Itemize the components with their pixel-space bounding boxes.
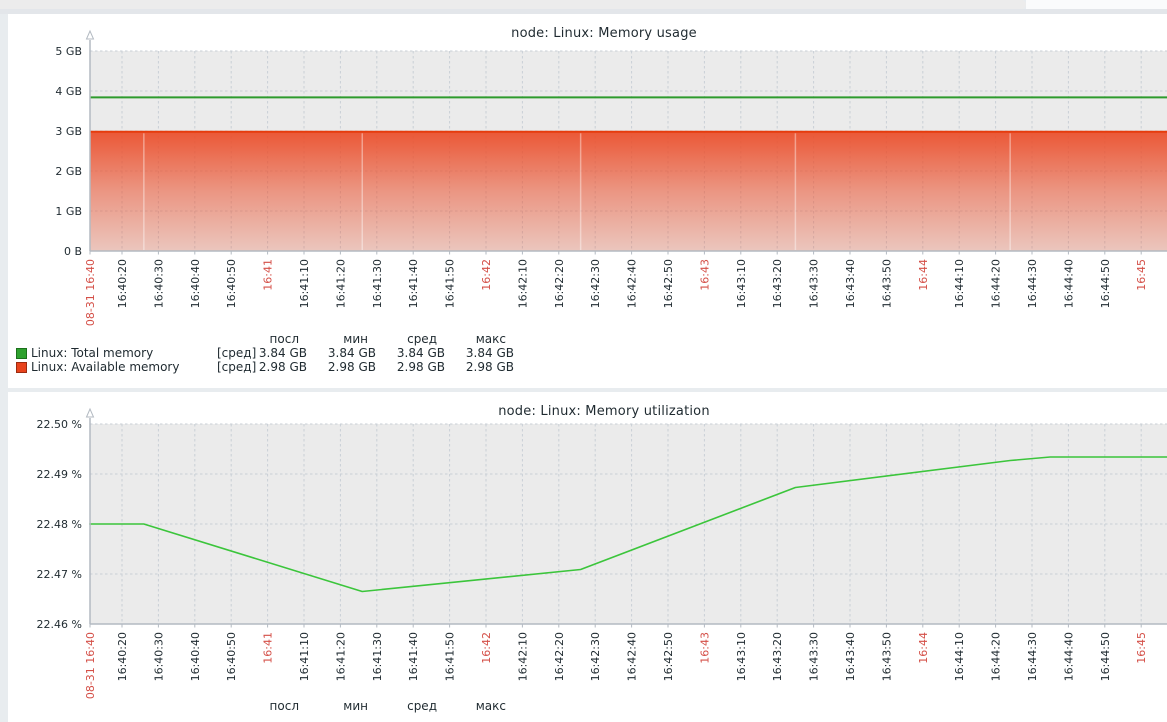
x-tick-label: 16:42:50	[662, 632, 675, 681]
x-tick-label: 16:43:30	[808, 632, 821, 681]
x-tick-label: 16:42:20	[553, 259, 566, 308]
x-tick-label: 08-31 16:40	[84, 259, 97, 326]
horizontal-scrollbar[interactable]	[0, 0, 1026, 9]
x-tick-label: 16:43:40	[844, 632, 857, 681]
x-tick-label: 16:40:20	[116, 632, 129, 681]
x-tick-label: 16:44	[917, 259, 930, 291]
top-bar-right	[1026, 0, 1167, 9]
x-tick-label: 16:43:10	[735, 632, 748, 681]
x-tick-label: 16:44:20	[990, 259, 1003, 308]
memory-usage-title: node: Linux: Memory usage	[8, 26, 1167, 41]
x-tick-label: 16:41:20	[334, 259, 347, 308]
x-tick-label: 16:41:20	[334, 632, 347, 681]
x-tick-label: 16:41:30	[371, 632, 384, 681]
x-tick-label: 16:41	[262, 259, 275, 291]
memory-usage-graph[interactable]: 5 GB 4 GB 3 GB 2 GB 1 GB 0 B08-31 16:40 16:40:…	[8, 14, 1167, 388]
memory-usage-widget: 5 GB 4 GB 3 GB 2 GB 1 GB 0 B08-31 16:40 16:40:…	[8, 14, 1167, 388]
x-tick-label: 16:45	[1135, 259, 1148, 291]
y-tick-label: 5 GB	[55, 45, 82, 58]
x-tick-label: 16:44:50	[1099, 259, 1112, 308]
y-tick-label: 22.50 %	[37, 418, 82, 431]
x-tick-label: 16:42:10	[516, 632, 529, 681]
y-tick-label: 22.47 %	[37, 568, 82, 581]
x-tick-label: 16:44	[917, 632, 930, 664]
x-tick-label: 16:40:50	[225, 632, 238, 681]
y-tick-label: 22.48 %	[37, 518, 82, 531]
y-tick-label: 0 B	[64, 245, 82, 258]
x-tick-label: 16:41:40	[407, 259, 420, 308]
x-tick-label: 16:44:10	[953, 259, 966, 308]
x-tick-label: 16:42:30	[589, 259, 602, 308]
y-tick-label: 22.49 %	[37, 468, 82, 481]
x-tick-label: 16:42:10	[516, 259, 529, 308]
y-tick-label: 4 GB	[55, 85, 82, 98]
x-tick-label: 16:41:30	[371, 259, 384, 308]
x-tick-label: 16:44:30	[1026, 259, 1039, 308]
x-tick-label: 16:44:10	[953, 632, 966, 681]
y-tick-label: 22.46 %	[37, 618, 82, 631]
x-tick-label: 16:42:40	[626, 259, 639, 308]
y-tick-label: 2 GB	[55, 165, 82, 178]
x-tick-label: 16:41:50	[444, 259, 457, 308]
x-tick-label: 16:41:10	[298, 632, 311, 681]
x-tick-label: 16:44:50	[1099, 632, 1112, 681]
x-tick-label: 16:40:50	[225, 259, 238, 308]
x-tick-label: 08-31 16:40	[84, 632, 97, 699]
x-tick-label: 16:40:20	[116, 259, 129, 308]
x-tick-label: 16:45	[1135, 632, 1148, 664]
x-tick-label: 16:43:30	[808, 259, 821, 308]
x-tick-label: 16:43	[698, 259, 711, 291]
x-tick-label: 16:40:40	[189, 259, 202, 308]
x-tick-label: 16:41:10	[298, 259, 311, 308]
x-tick-label: 16:44:40	[1062, 632, 1075, 681]
x-tick-label: 16:43:50	[880, 632, 893, 681]
y-tick-label: 1 GB	[55, 205, 82, 218]
x-tick-label: 16:42:40	[626, 632, 639, 681]
x-tick-label: 16:44:40	[1062, 259, 1075, 308]
x-tick-label: 16:43:40	[844, 259, 857, 308]
x-tick-label: 16:42:30	[589, 632, 602, 681]
x-tick-label: 16:43:10	[735, 259, 748, 308]
x-tick-label: 16:41:40	[407, 632, 420, 681]
x-tick-label: 16:43	[698, 632, 711, 664]
x-tick-label: 16:43:20	[771, 632, 784, 681]
x-tick-label: 16:44:20	[990, 632, 1003, 681]
x-tick-label: 16:40:30	[152, 259, 165, 308]
x-tick-label: 16:41:50	[444, 632, 457, 681]
x-tick-label: 16:40:30	[152, 632, 165, 681]
x-tick-label: 16:44:30	[1026, 632, 1039, 681]
x-tick-label: 16:40:40	[189, 632, 202, 681]
memory-utilization-widget: 22.50 % 22.49 % 22.48 % 22.47 % 22.46 %08-31…	[8, 392, 1167, 722]
series-area	[90, 132, 1167, 251]
memory-utilization-title: node: Linux: Memory utilization	[8, 404, 1167, 419]
memory-utilization-graph[interactable]: 22.50 % 22.49 % 22.48 % 22.47 % 22.46 %08-31…	[8, 392, 1167, 722]
x-tick-label: 16:43:20	[771, 259, 784, 308]
x-tick-label: 16:42:50	[662, 259, 675, 308]
x-tick-label: 16:42:20	[553, 632, 566, 681]
x-tick-label: 16:43:50	[880, 259, 893, 308]
y-tick-label: 3 GB	[55, 125, 82, 138]
x-tick-label: 16:42	[480, 632, 493, 664]
x-tick-label: 16:42	[480, 259, 493, 291]
x-tick-label: 16:41	[262, 632, 275, 664]
